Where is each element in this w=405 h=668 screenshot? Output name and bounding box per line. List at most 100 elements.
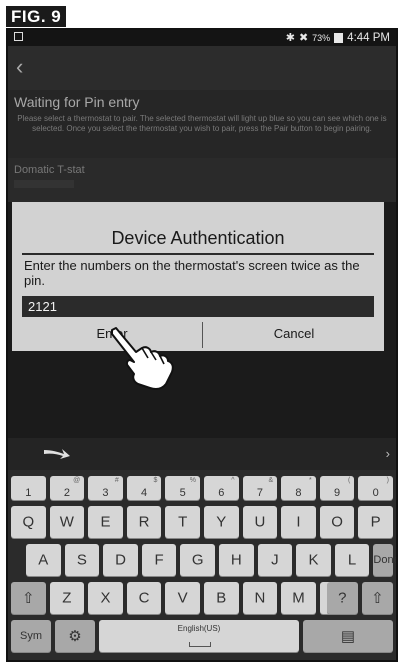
key-label: $ (153, 477, 158, 484)
key-label: 2 (63, 487, 70, 499)
notification-icon (14, 32, 23, 41)
device-authentication-dialog: Device Authentication Enter the numbers … (12, 202, 384, 351)
settings-gear-key[interactable]: ⚙ (55, 620, 95, 652)
key-0[interactable]: 0) (358, 476, 393, 500)
key-label: English(US) (177, 624, 221, 633)
key-label: 1 (25, 487, 32, 499)
key-4[interactable]: 4 $ (126, 476, 162, 500)
key-u[interactable]: U (242, 506, 278, 538)
thermostat-subtitle (14, 180, 74, 188)
key-label: X (100, 589, 111, 607)
key-label: 4 (141, 487, 148, 499)
status-bar: ✱ ✖ 73% 4:44 PM (8, 30, 396, 46)
key-label: R (138, 513, 150, 531)
clipboard-icon: ▤ (340, 628, 356, 645)
app-bar: ‹ (8, 46, 396, 90)
key-label: 9 (334, 487, 341, 499)
key-r[interactable]: R (126, 506, 162, 538)
thermostat-list-item[interactable]: Domatic T-stat (8, 158, 396, 202)
key-label: Sym (20, 630, 42, 642)
key-label: S (76, 551, 87, 569)
key-j[interactable]: J (257, 544, 293, 576)
battery-icon (334, 32, 344, 43)
key-2[interactable]: 2 @ (49, 476, 85, 500)
key-z[interactable]: Z (49, 582, 85, 614)
key-label: 8 (295, 487, 302, 499)
key-y[interactable]: Y (204, 506, 239, 538)
key-label: & (268, 477, 274, 484)
key-v[interactable]: V (165, 582, 200, 614)
key-i[interactable]: I (281, 506, 316, 538)
sym-key[interactable]: Sym (11, 620, 51, 652)
key-a[interactable]: A (26, 544, 61, 576)
key-m[interactable]: M (281, 582, 316, 614)
spacebar[interactable]: English(US) (99, 620, 299, 652)
button-divider (202, 322, 203, 348)
key-label: 0 (372, 487, 379, 499)
key-7[interactable]: 7 & (242, 476, 278, 500)
key-c[interactable]: C (126, 582, 162, 614)
shift-key-right[interactable]: ⇧ (361, 582, 393, 614)
cancel-button[interactable]: Cancel (204, 326, 384, 341)
done-button[interactable]: Done (373, 544, 396, 576)
key-label: @ (73, 477, 81, 484)
key-label: 3 (102, 487, 109, 499)
key-label: K (308, 551, 319, 569)
key-w[interactable]: W (49, 506, 85, 538)
mute-icon: ✖ (298, 32, 309, 44)
key-1[interactable]: 1 (11, 476, 46, 500)
key-9[interactable]: 9( (319, 476, 355, 500)
pairing-panel: Waiting for Pin entry Please select a th… (8, 90, 396, 158)
key-label: E (100, 513, 111, 531)
dialog-title-divider (22, 253, 374, 255)
pin-input[interactable]: 2121 (22, 296, 374, 317)
key-p[interactable]: P (358, 506, 393, 538)
key-o[interactable]: O (319, 506, 355, 538)
key-label: P (370, 513, 381, 531)
key-label: W (59, 513, 74, 531)
key-3[interactable]: 3 # (88, 476, 123, 500)
key-6[interactable]: 6 ^ (204, 476, 239, 500)
shift-key[interactable]: ⇧ (11, 582, 46, 614)
key-l[interactable]: L (334, 544, 370, 576)
key-label: G (191, 551, 204, 569)
key-h[interactable]: H (219, 544, 254, 576)
key-label: 6 (218, 487, 225, 499)
back-chevron-icon[interactable]: ‹ (16, 54, 23, 80)
key-d[interactable]: D (103, 544, 138, 576)
key-g[interactable]: G (180, 544, 215, 576)
key-f[interactable]: F (141, 544, 177, 576)
space-indicator (189, 642, 211, 647)
gear-icon: ⚙ (68, 628, 82, 645)
key-x[interactable]: X (88, 582, 123, 614)
key-label: 5 (179, 487, 186, 499)
key-q[interactable]: Q (11, 506, 46, 538)
key-label: T (178, 513, 188, 531)
key-label: ) (386, 477, 389, 484)
key-5[interactable]: 5% (165, 476, 200, 500)
key-label: F (154, 551, 164, 569)
key-n[interactable]: N (242, 582, 278, 614)
battery-percent: 73% (312, 32, 331, 43)
bluetooth-icon: ✱ (285, 32, 295, 44)
key-label: * (309, 477, 312, 484)
keyboard-suggestion-bar: › (8, 438, 396, 470)
clipboard-key[interactable]: ▤ (303, 620, 393, 652)
key-b[interactable]: B (204, 582, 239, 614)
key-label: B (216, 589, 227, 607)
swipe-arrow-icon[interactable] (42, 446, 72, 460)
key-label: J (271, 551, 279, 569)
key-question[interactable]: ? (326, 582, 358, 614)
key-k[interactable]: K (296, 544, 331, 576)
key-8[interactable]: 8 * (281, 476, 316, 500)
key-t[interactable]: T (165, 506, 200, 538)
key-label: V (177, 589, 188, 607)
key-e[interactable]: E (88, 506, 123, 538)
key-label: H (230, 551, 242, 569)
expand-chevron-icon[interactable]: › (386, 446, 390, 461)
key-s[interactable]: S (64, 544, 100, 576)
key-label: ⇧ (371, 590, 384, 607)
pairing-description: Please select a thermostat to pair. The … (17, 114, 387, 133)
key-label: ? (338, 589, 347, 607)
key-label: % (189, 477, 196, 484)
